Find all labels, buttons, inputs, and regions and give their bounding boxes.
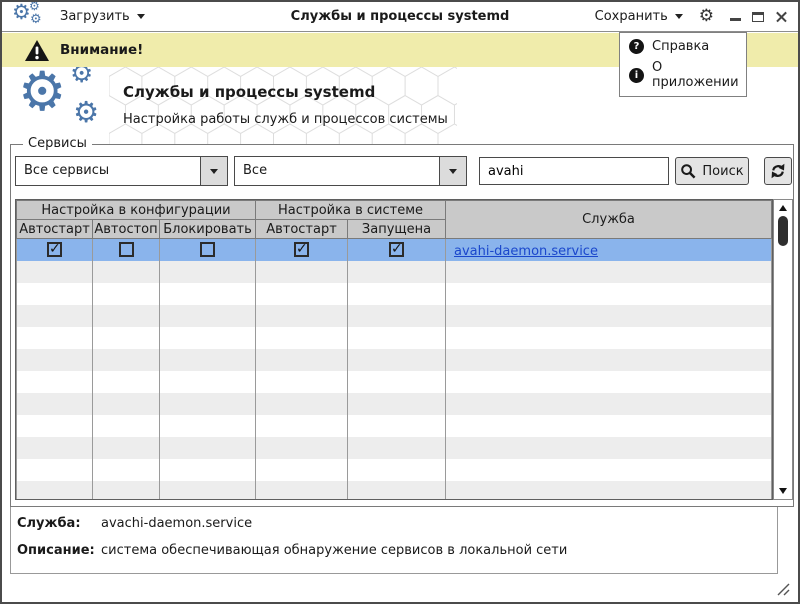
settings-gear-icon[interactable]: ⚙ [699,8,714,25]
table-row-empty[interactable] [17,327,772,349]
groupbox-legend: Сервисы [23,136,92,151]
gear-icon: ⚙ [73,98,99,127]
close-button[interactable] [775,10,788,23]
table-row-empty[interactable] [17,349,772,371]
hexagon-pattern [109,67,457,144]
save-menu-button[interactable]: Сохранить [595,9,683,24]
save-menu-label: Сохранить [595,9,668,24]
search-input[interactable] [479,157,669,185]
column-group-config: Настройка в конфигурации [17,201,256,220]
menu-item-help-label: Справка [652,39,709,54]
page-title: Службы и процессы systemd [123,83,375,101]
menu-item-about[interactable]: i О приложении [620,57,746,93]
services-table-body: ✓ ✓ ✓ avahi-daemon.service [17,239,772,501]
gear-icon: ⚙ [30,13,42,26]
scrollbar-thumb[interactable] [778,216,788,246]
chevron-down-icon [137,14,145,19]
search-button-label: Поиск [702,164,743,179]
checkbox-unchecked[interactable] [119,242,134,257]
menu-item-about-label: О приложении [652,60,739,90]
column-service: Служба [446,201,772,239]
column-group-system: Настройка в системе [256,201,446,220]
column-config-autostop: Автостоп [93,220,160,239]
gear-icon: ⚙ [18,67,66,119]
table-row-empty[interactable] [17,437,772,459]
window-title: Службы и процессы systemd [291,9,510,24]
minimize-button[interactable] [730,18,741,21]
service-type-value: Все сервисы [16,157,227,185]
app-logo-gears: ⚙ ⚙ ⚙ [18,69,112,139]
table-row-empty[interactable] [17,415,772,437]
table-row-empty[interactable] [17,305,772,327]
service-value: avachi-daemon.service [101,516,252,531]
warning-icon [24,39,50,62]
checkbox-checked[interactable]: ✓ [389,242,404,257]
description-label: Описание: [17,543,95,558]
menu-item-help[interactable]: ? Справка [620,36,746,57]
gear-icon: ⚙ [12,2,31,23]
table-row-empty[interactable] [17,459,772,481]
search-icon [680,163,696,179]
gear-icon: ⚙ [70,67,93,87]
info-icon: i [629,68,644,83]
chevron-down-icon [210,169,218,174]
checkbox-checked[interactable]: ✓ [294,242,309,257]
load-menu-label: Загрузить [60,9,130,24]
app-gears-icon: ⚙ ⚙ ⚙ [12,4,44,30]
search-button[interactable]: Поиск [675,157,749,185]
scroll-down-icon[interactable] [779,488,787,494]
alert-text: Внимание! [60,42,143,58]
maximize-button[interactable] [752,12,764,22]
title-bar: ⚙ ⚙ ⚙ Загрузить Службы и процессы system… [2,2,798,32]
refresh-icon [769,162,787,180]
gear-icon: ⚙ [29,0,40,12]
details-panel: Служба: avachi-daemon.service Описание: … [10,507,778,574]
settings-dropdown-menu: ? Справка i О приложении [619,32,747,97]
column-system-running: Запущена [348,220,446,239]
chevron-down-icon [449,169,457,174]
services-groupbox: Сервисы Все сервисы Все Поиск [10,144,794,507]
table-row-empty[interactable] [17,283,772,305]
help-icon: ? [629,39,644,54]
refresh-button[interactable] [764,157,792,185]
services-table: Настройка в конфигурации Настройка в сис… [15,199,773,500]
page-subtitle: Настройка работы служб и процессов систе… [123,112,448,127]
scroll-up-icon[interactable] [779,205,787,211]
table-row[interactable]: ✓ ✓ ✓ avahi-daemon.service [17,239,772,261]
dropdown-button[interactable] [439,157,466,185]
column-config-autostart: Автостарт [17,220,93,239]
state-filter-select[interactable]: Все [234,156,467,186]
table-row-empty[interactable] [17,481,772,501]
column-config-block: Блокировать [160,220,256,239]
table-row-empty[interactable] [17,393,772,415]
description-value: система обеспечивающая обнаружение серви… [101,543,567,558]
load-menu-button[interactable]: Загрузить [60,9,145,24]
state-filter-value: Все [235,157,466,185]
table-row-empty[interactable] [17,371,772,393]
dropdown-button[interactable] [200,157,227,185]
table-row-empty[interactable] [17,261,772,283]
resize-grip[interactable] [777,583,790,596]
column-system-autostart: Автостарт [256,220,348,239]
service-label: Служба: [17,516,81,531]
app-window: ⚙ ⚙ ⚙ Загрузить Службы и процессы system… [0,0,800,604]
table-scrollbar[interactable] [773,199,793,500]
checkbox-unchecked[interactable] [200,242,215,257]
checkbox-checked[interactable]: ✓ [47,242,62,257]
service-link[interactable]: avahi-daemon.service [454,244,598,259]
service-type-select[interactable]: Все сервисы [15,156,228,186]
chevron-down-icon [675,14,683,19]
